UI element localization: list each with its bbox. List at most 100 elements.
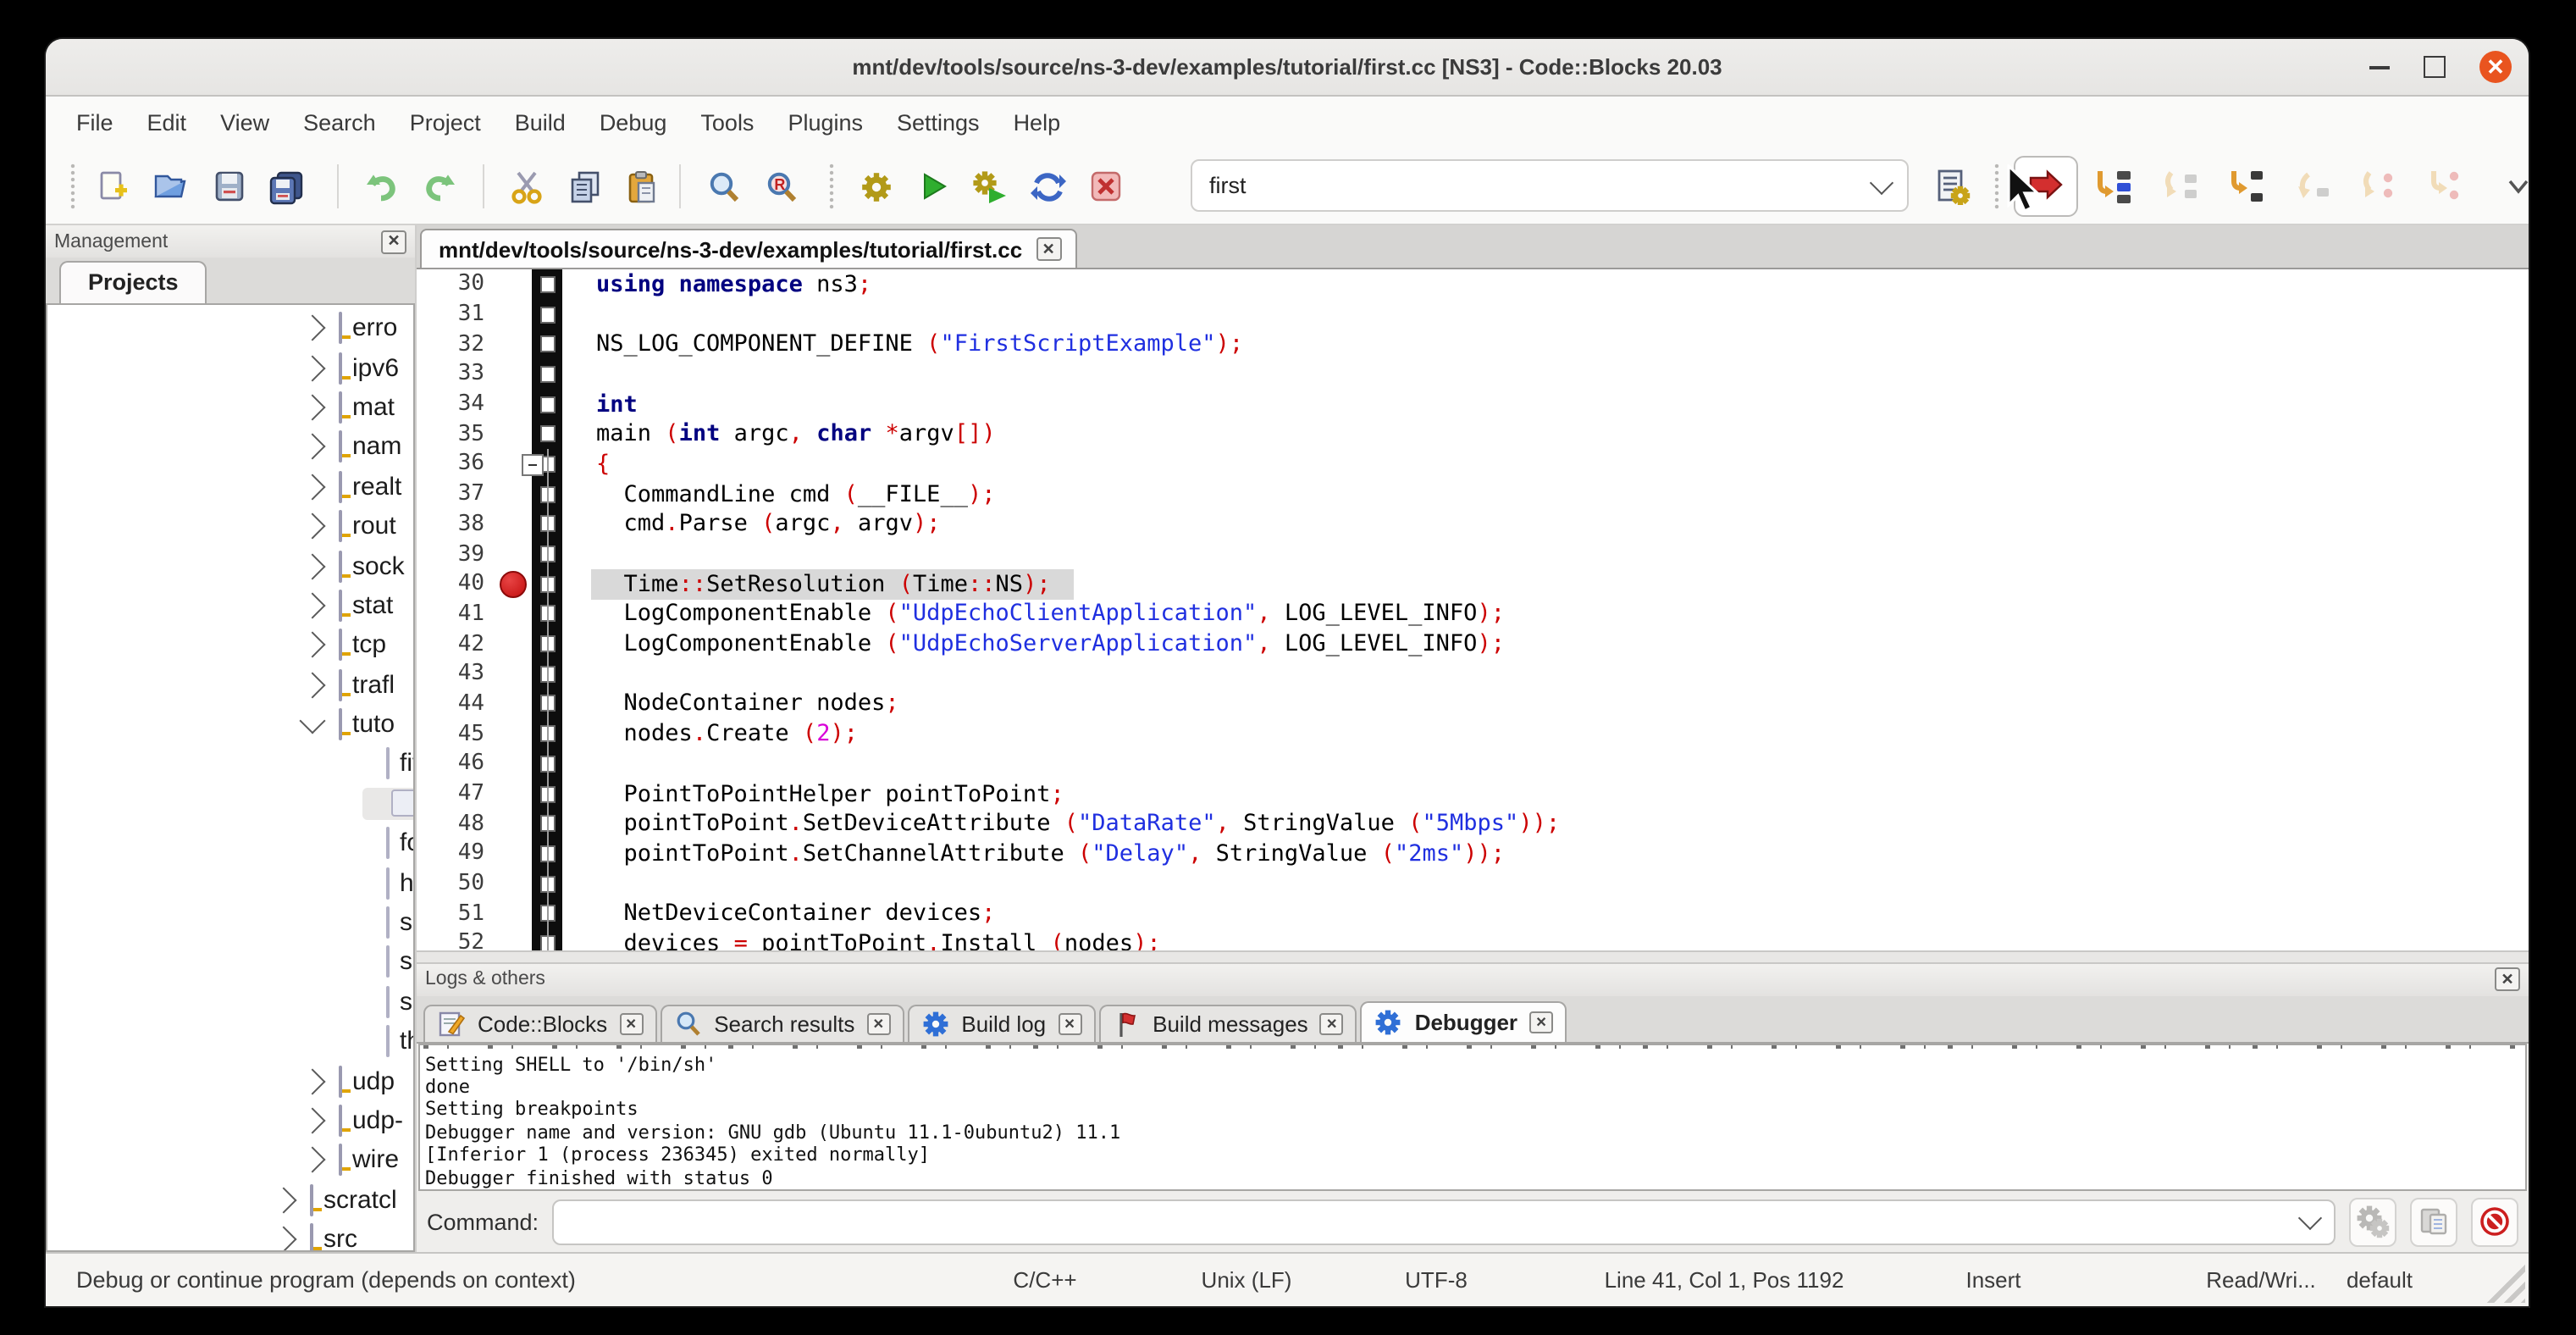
breakpoint-margin[interactable] — [495, 809, 532, 839]
tree-item-tcp[interactable]: tcp — [47, 625, 413, 665]
logs-close-icon[interactable]: ✕ — [2495, 967, 2520, 991]
tree-item-he[interactable]: he — [47, 863, 413, 903]
next-line-button[interactable] — [2149, 158, 2210, 215]
code-line-43[interactable]: 43 — [417, 659, 2529, 689]
code-line-47[interactable]: 47 PointToPointHelper pointToPoint; — [417, 778, 2529, 808]
code-line-32[interactable]: 32NS_LOG_COMPONENT_DEFINE ("FirstScriptE… — [417, 330, 2529, 359]
code-line-46[interactable]: 46 — [417, 749, 2529, 778]
log-tab-code-blocks[interactable]: Code::Blocks✕ — [423, 1004, 656, 1041]
step-into-button[interactable] — [2215, 158, 2276, 215]
code-line-45[interactable]: 45 nodes.Create (2); — [417, 719, 2529, 749]
breakpoint-margin[interactable] — [495, 479, 532, 509]
tree-item-trafl[interactable]: trafl — [47, 665, 413, 705]
redo-button[interactable] — [415, 163, 462, 210]
log-tab-close-icon[interactable]: ✕ — [866, 1012, 890, 1034]
code-line-37[interactable]: 37 CommandLine cmd (__FILE__); — [417, 479, 2529, 509]
breakpoint-margin[interactable] — [495, 839, 532, 868]
maximize-button[interactable] — [2424, 56, 2446, 78]
new-file-button[interactable] — [90, 163, 137, 210]
title-bar[interactable]: mnt/dev/tools/source/ns-3-dev/examples/t… — [46, 39, 2529, 97]
horizontal-splitter[interactable] — [417, 950, 2529, 963]
open-file-button[interactable] — [147, 163, 195, 210]
breakpoint-margin[interactable] — [495, 869, 532, 899]
tree-item-se[interactable]: se — [47, 903, 413, 943]
build-button[interactable] — [852, 163, 899, 210]
run-button[interactable] — [909, 163, 957, 210]
rebuild-button[interactable] — [1025, 163, 1072, 210]
fold-collapse-icon[interactable] — [522, 454, 544, 476]
stop-debugger-button[interactable] — [2471, 1197, 2518, 1246]
breakpoint-margin[interactable] — [495, 569, 532, 599]
paste-button[interactable] — [618, 163, 666, 210]
editor-tab-first-cc[interactable]: mnt/dev/tools/source/ns-3-dev/examples/t… — [420, 229, 1076, 268]
breakpoint-margin[interactable] — [495, 299, 532, 329]
code-line-44[interactable]: 44 NodeContainer nodes; — [417, 689, 2529, 718]
tree-item-stat[interactable]: stat — [47, 585, 413, 625]
log-tab-close-icon[interactable]: ✕ — [1058, 1012, 1081, 1034]
tree-item-nam[interactable]: nam — [47, 427, 413, 467]
code-line-42[interactable]: 42 LogComponentEnable ("UdpEchoServerApp… — [417, 629, 2529, 659]
breakpoint-marker[interactable] — [500, 570, 527, 597]
code-line-30[interactable]: 30using namespace ns3; — [417, 269, 2529, 299]
code-line-50[interactable]: 50 — [417, 869, 2529, 899]
abort-button[interactable] — [1082, 163, 1130, 210]
code-editor[interactable]: 30using namespace ns3;3132NS_LOG_COMPONE… — [417, 269, 2529, 950]
menu-file[interactable]: File — [59, 103, 130, 142]
breakpoint-margin[interactable] — [495, 899, 532, 928]
resize-grip[interactable] — [2485, 1262, 2525, 1303]
toolbar-grip[interactable] — [69, 163, 76, 210]
code-line-34[interactable]: 34int — [417, 390, 2529, 419]
tree-item-sock[interactable]: sock — [47, 546, 413, 586]
breakpoint-margin[interactable] — [495, 390, 532, 419]
code-line-41[interactable]: 41 LogComponentEnable ("UdpEchoClientApp… — [417, 599, 2529, 629]
log-tab-search-results[interactable]: Search results✕ — [660, 1004, 904, 1041]
editor-tab-close-icon[interactable]: ✕ — [1036, 237, 1061, 261]
menu-project[interactable]: Project — [393, 103, 498, 142]
tree-item-tuto[interactable]: tuto — [47, 705, 413, 745]
replace-button[interactable]: R — [757, 163, 804, 210]
code-line-31[interactable]: 31 — [417, 299, 2529, 329]
tab-projects[interactable]: Projects — [59, 261, 207, 303]
log-tab-build-log[interactable]: Build log✕ — [907, 1004, 1095, 1041]
code-line-35[interactable]: 35main (int argc, char *argv[]) — [417, 419, 2529, 449]
tree-item-realt[interactable]: realt — [47, 467, 413, 507]
tree-item-ipv6[interactable]: ipv6 — [47, 348, 413, 388]
toolbar-grip[interactable] — [828, 163, 835, 210]
tree-item-scratcl[interactable]: scratcl — [47, 1180, 413, 1220]
tree-item-src[interactable]: src — [47, 1220, 413, 1252]
management-close-icon[interactable]: ✕ — [381, 230, 406, 253]
code-line-33[interactable]: 33 — [417, 359, 2529, 389]
breakpoint-margin[interactable] — [495, 599, 532, 629]
breakpoint-margin[interactable] — [495, 509, 532, 539]
menu-settings[interactable]: Settings — [880, 103, 997, 142]
undo-button[interactable] — [357, 163, 405, 210]
code-line-49[interactable]: 49 pointToPoint.SetChannelAttribute ("De… — [417, 839, 2529, 868]
copy-contents-button[interactable] — [2410, 1197, 2457, 1246]
menu-build[interactable]: Build — [498, 103, 583, 142]
breakpoint-margin[interactable] — [495, 539, 532, 568]
code-line-36[interactable]: 36{ — [417, 449, 2529, 479]
breakpoint-margin[interactable] — [495, 749, 532, 778]
chevron-down-button[interactable] — [2495, 163, 2529, 210]
breakpoint-margin[interactable] — [495, 689, 532, 718]
tree-item-fo[interactable]: fo — [47, 823, 413, 863]
breakpoint-margin[interactable] — [495, 659, 532, 689]
tree-item-si[interactable]: si — [47, 982, 413, 1022]
step-out-button[interactable] — [2281, 158, 2342, 215]
tree-item-fif[interactable]: fif — [47, 745, 413, 784]
tree-item-wire[interactable]: wire — [47, 1140, 413, 1180]
log-tab-close-icon[interactable]: ✕ — [1529, 1011, 1553, 1033]
breakpoint-margin[interactable] — [495, 359, 532, 389]
code-line-52[interactable]: 52 devices = pointToPoint.Install (nodes… — [417, 928, 2529, 950]
menu-tools[interactable]: Tools — [683, 103, 771, 142]
build-target-combobox[interactable]: first — [1191, 159, 1909, 212]
tree-item-rout[interactable]: rout — [47, 507, 413, 546]
tree-item-fir[interactable]: fir — [47, 784, 413, 823]
command-input[interactable] — [552, 1199, 2336, 1244]
breakpoint-margin[interactable] — [495, 928, 532, 950]
cut-button[interactable] — [503, 163, 550, 210]
breakpoint-margin[interactable] — [495, 330, 532, 359]
debugger-log[interactable]: Setting SHELL to '/bin/sh'doneSetting br… — [418, 1043, 2527, 1191]
target-options-button[interactable] — [1929, 163, 1976, 210]
copy-button[interactable] — [561, 163, 608, 210]
